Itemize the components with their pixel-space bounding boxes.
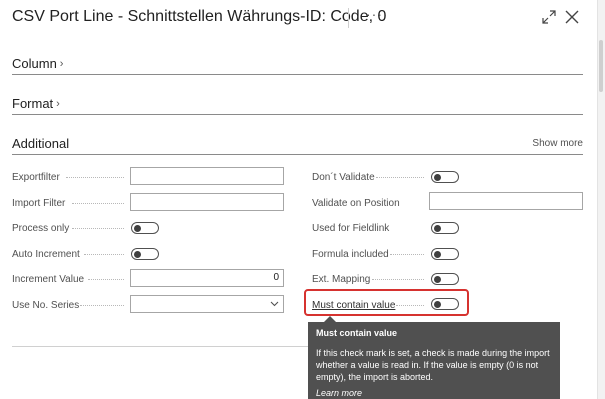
exportfilter-input[interactable]: [130, 167, 284, 185]
card-page-panel: CSV Port Line - Schnittstellen Währungs-…: [0, 0, 598, 399]
auto-increment-toggle[interactable]: [131, 248, 159, 260]
toggle-knob: [434, 224, 441, 232]
field-leader: [88, 279, 124, 280]
import-filter-input[interactable]: [130, 193, 284, 211]
page-title: CSV Port Line - Schnittstellen Währungs-…: [12, 8, 387, 25]
ext-mapping-toggle[interactable]: [431, 273, 459, 285]
field-label: Auto Increment: [12, 248, 80, 260]
close-icon[interactable]: [564, 9, 580, 25]
field-label: Don´t Validate: [312, 171, 375, 183]
tooltip-body: If this check mark is set, a check is ma…: [316, 348, 550, 382]
section-additional-label: Additional: [12, 136, 70, 151]
scrollbar[interactable]: [597, 0, 605, 399]
focus-highlight: [304, 289, 469, 316]
field-used-for-fieldlink: Used for Fieldlink: [312, 218, 389, 238]
tooltip-title: Must contain value: [316, 328, 398, 338]
section-column-label: Column: [12, 56, 57, 71]
field-leader: [72, 203, 124, 204]
chevron-right-icon: ›: [56, 97, 60, 110]
field-label: Validate on Position: [312, 197, 400, 209]
section-additional: Additional Show more: [12, 135, 583, 155]
chevron-down-icon[interactable]: [270, 300, 279, 308]
field-formula-included: Formula included: [312, 244, 389, 264]
field-label: Ext. Mapping: [312, 273, 371, 285]
field-leader: [84, 254, 124, 255]
field-increment-value: Increment Value: [12, 269, 84, 289]
field-label: Exportfilter: [12, 171, 60, 183]
section-format-label: Format: [12, 96, 54, 111]
use-no-series-select[interactable]: [130, 295, 284, 313]
field-label: Use No. Series: [12, 299, 80, 311]
title-separator: [348, 8, 349, 28]
toggle-knob: [134, 250, 141, 258]
field-label: Process only: [12, 222, 70, 234]
more-options-icon[interactable]: ···: [366, 6, 383, 22]
field-leader: [72, 228, 124, 229]
scrollbar-thumb[interactable]: [599, 40, 603, 92]
field-auto-increment: Auto Increment: [12, 244, 80, 264]
field-validate-on-position: Validate on Position: [312, 193, 400, 213]
field-label: Increment Value: [12, 273, 85, 285]
field-leader: [390, 254, 424, 255]
used-for-fieldlink-toggle[interactable]: [431, 222, 459, 234]
section-format[interactable]: Format ›: [12, 95, 583, 115]
formula-included-toggle[interactable]: [431, 248, 459, 260]
learn-more-link[interactable]: Learn more: [316, 388, 552, 398]
divider: [12, 346, 308, 347]
dont-validate-toggle[interactable]: [431, 171, 459, 183]
field-label: Used for Fieldlink: [312, 222, 390, 234]
chevron-right-icon: ›: [59, 57, 64, 70]
field-leader: [372, 279, 424, 280]
toggle-knob: [434, 275, 441, 283]
section-column[interactable]: Column ›: [12, 55, 583, 75]
field-label: Import Filter: [12, 197, 66, 209]
increment-value-input[interactable]: 0: [130, 269, 284, 287]
field-label: Formula included: [312, 248, 389, 260]
tooltip-arrow: [324, 316, 336, 322]
field-use-no-series: Use No. Series: [12, 295, 79, 315]
field-import-filter: Import Filter: [12, 193, 65, 213]
field-process-only: Process only: [12, 218, 69, 238]
field-leader: [376, 177, 424, 178]
toggle-knob: [434, 250, 441, 258]
toggle-knob: [434, 173, 441, 181]
validate-on-position-input[interactable]: [429, 192, 583, 210]
show-more-link[interactable]: Show more: [532, 138, 583, 149]
toggle-knob: [134, 224, 141, 232]
field-exportfilter: Exportfilter: [12, 167, 60, 187]
section-column-header[interactable]: Column ›: [12, 56, 63, 71]
tooltip: Must contain value If this check mark is…: [308, 316, 560, 399]
field-dont-validate: Don´t Validate: [312, 167, 375, 187]
process-only-toggle[interactable]: [131, 222, 159, 234]
field-leader: [80, 305, 124, 306]
section-format-header[interactable]: Format ›: [12, 96, 60, 111]
field-ext-mapping: Ext. Mapping: [312, 269, 370, 289]
expand-icon[interactable]: [542, 10, 556, 24]
field-leader: [66, 177, 124, 178]
